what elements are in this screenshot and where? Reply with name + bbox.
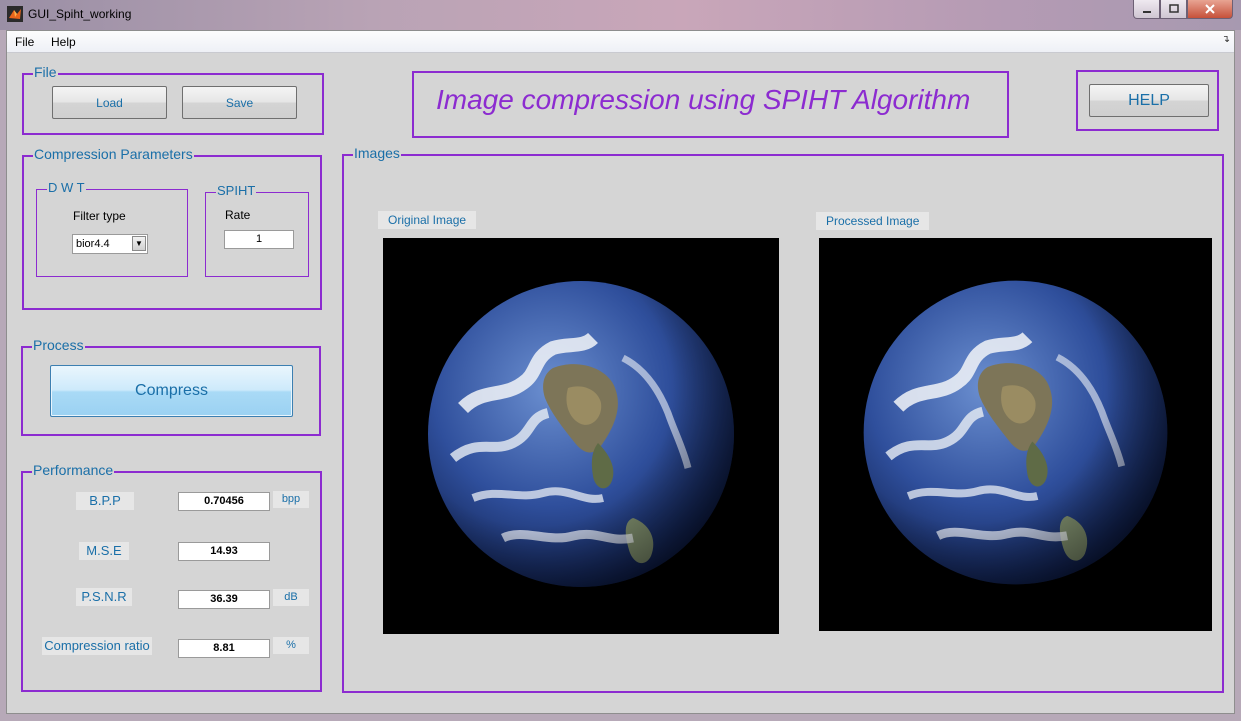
bpp-value: 0.70456 [178, 492, 270, 511]
maximize-button[interactable] [1160, 0, 1187, 19]
compression-ratio-unit: % [273, 637, 309, 654]
spiht-panel: SPIHT Rate 1 [205, 184, 309, 277]
psnr-unit: dB [273, 589, 309, 606]
processed-image-label: Processed Image [816, 212, 930, 230]
save-button[interactable]: Save [182, 86, 297, 119]
figure-window: File Help ↴ File Load Save Image compres… [6, 30, 1235, 714]
earth-image [863, 280, 1168, 585]
minimize-button[interactable] [1133, 0, 1160, 19]
compress-button[interactable]: Compress [50, 365, 293, 417]
original-image-label: Original Image [378, 211, 477, 229]
help-panel: HELP [1076, 70, 1219, 131]
menu-file[interactable]: File [15, 35, 34, 49]
process-panel: Process Compress [21, 337, 321, 436]
toolbar-toggle-icon[interactable]: ↴ [1222, 34, 1230, 45]
compression-parameters-title: Compression Parameters [33, 146, 194, 162]
images-panel-title: Images [353, 145, 401, 161]
compression-ratio-value: 8.81 [178, 639, 270, 658]
images-panel: Images Original Image Processed Image [342, 145, 1224, 693]
spiht-panel-title: SPIHT [216, 183, 257, 198]
performance-panel: Performance B.P.P 0.70456 bpp M.S.E 14.9… [21, 462, 322, 692]
file-panel-title: File [33, 64, 58, 80]
maximize-icon [1168, 4, 1179, 13]
filter-type-value: bior4.4 [76, 238, 110, 250]
window-title: GUI_Spiht_working [28, 7, 132, 21]
filter-type-select[interactable]: bior4.4 ▼ [72, 234, 148, 254]
close-icon [1205, 4, 1215, 14]
mse-label: M.S.E [79, 542, 129, 560]
processed-image [819, 238, 1212, 631]
compression-ratio-label: Compression ratio [42, 637, 152, 655]
bpp-unit: bpp [273, 491, 309, 508]
minimize-icon [1142, 11, 1151, 13]
compression-parameters-panel: Compression Parameters D W T Filter type… [22, 146, 322, 310]
file-panel: File Load Save [22, 64, 324, 135]
process-panel-title: Process [32, 337, 85, 353]
title-panel: Image compression using SPIHT Algorithm [412, 71, 1009, 138]
chevron-down-icon[interactable]: ▼ [132, 236, 146, 251]
original-image [383, 238, 779, 634]
menu-bar: File Help ↴ [7, 31, 1234, 53]
rate-input[interactable]: 1 [224, 230, 294, 249]
bpp-label: B.P.P [76, 492, 134, 510]
rate-label: Rate [225, 208, 251, 222]
dwt-panel-title: D W T [47, 180, 86, 195]
page-title: Image compression using SPIHT Algorithm [436, 84, 971, 115]
performance-panel-title: Performance [32, 462, 115, 478]
close-button[interactable] [1187, 0, 1233, 19]
menu-help[interactable]: Help [51, 35, 76, 49]
dwt-panel: D W T Filter type bior4.4 ▼ [36, 181, 188, 277]
filter-type-label: Filter type [73, 209, 126, 223]
title-bar: GUI_Spiht_working [0, 0, 1241, 30]
mse-value: 14.93 [178, 542, 270, 561]
earth-image [428, 281, 734, 587]
matlab-icon [7, 6, 23, 22]
help-button[interactable]: HELP [1089, 84, 1209, 117]
load-button[interactable]: Load [52, 86, 167, 119]
psnr-value: 36.39 [178, 590, 270, 609]
psnr-label: P.S.N.R [76, 588, 132, 606]
